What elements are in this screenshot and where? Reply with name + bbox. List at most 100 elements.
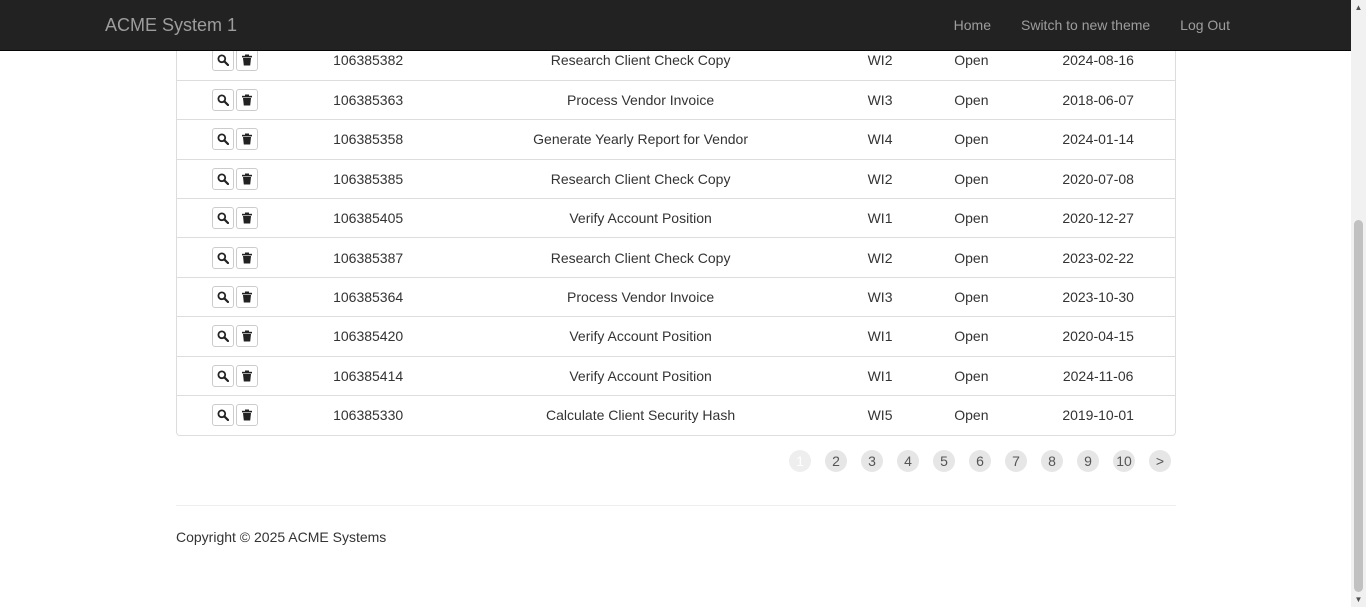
delete-button[interactable] — [236, 246, 259, 269]
page-button-3[interactable]: 3 — [861, 450, 883, 472]
scroll-up-arrow-icon[interactable]: ▲ — [1351, 0, 1366, 15]
table-row: 106385330 Calculate Client Security Hash W… — [177, 395, 1175, 435]
delete-button[interactable] — [236, 404, 259, 427]
table-row: 106385387 Research Client Check Copy WI2 Op… — [177, 237, 1175, 278]
work-item-id: 106385385 — [293, 158, 443, 199]
vertical-scrollbar[interactable]: ▲ ▼ — [1351, 0, 1366, 607]
work-item-id: 106385363 — [293, 79, 443, 120]
page-button-8[interactable]: 8 — [1041, 450, 1063, 472]
work-item-description: Verify Account Position — [442, 316, 839, 357]
page-button-4[interactable]: 4 — [897, 450, 919, 472]
work-item-status: Open — [921, 198, 1022, 238]
footer-divider — [176, 505, 1176, 506]
table-row: 106385363 Process Vendor Invoice WI3 Open 20… — [177, 79, 1175, 120]
page-button-5[interactable]: 5 — [933, 450, 955, 472]
view-button[interactable] — [212, 246, 235, 269]
row-actions — [177, 79, 294, 120]
work-item-date: 2023-10-30 — [1021, 276, 1175, 317]
work-item-id: 106385414 — [293, 355, 443, 396]
delete-button[interactable] — [236, 286, 259, 309]
page-button-1[interactable]: 1 — [789, 450, 811, 472]
work-item-id: 106385358 — [293, 119, 443, 160]
page-button-6[interactable]: 6 — [969, 450, 991, 472]
row-actions — [177, 198, 294, 238]
work-item-type: WI3 — [838, 79, 922, 120]
page-button-2[interactable]: 2 — [825, 450, 847, 472]
delete-button[interactable] — [236, 89, 259, 112]
delete-button[interactable] — [236, 49, 259, 72]
view-button[interactable] — [212, 128, 235, 151]
nav-links: Home Switch to new theme Log Out — [939, 0, 1245, 50]
table-row: 106385405 Verify Account Position WI1 Open 2… — [177, 198, 1175, 238]
work-item-description: Process Vendor Invoice — [442, 276, 839, 317]
work-item-type: WI4 — [838, 119, 922, 160]
table-row: 106385414 Verify Account Position WI1 Open 2… — [177, 355, 1175, 396]
work-item-description: Verify Account Position — [442, 198, 839, 238]
work-item-date: 2020-04-15 — [1021, 316, 1175, 357]
work-item-status: Open — [921, 119, 1022, 160]
navbar: ACME System 1 Home Switch to new theme L… — [0, 0, 1351, 51]
scroll-down-arrow-icon[interactable]: ▼ — [1351, 592, 1366, 607]
view-button[interactable] — [212, 89, 235, 112]
work-item-description: Calculate Client Security Hash — [442, 395, 839, 435]
delete-button[interactable] — [236, 128, 259, 151]
work-item-id: 106385420 — [293, 316, 443, 357]
pagination: 1 2 3 4 5 6 7 8 9 10 > — [789, 450, 1185, 472]
delete-button[interactable] — [236, 207, 259, 230]
page-button-7[interactable]: 7 — [1005, 450, 1027, 472]
nav-logout-link[interactable]: Log Out — [1165, 0, 1245, 50]
work-item-status: Open — [921, 158, 1022, 199]
delete-button[interactable] — [236, 325, 259, 348]
work-items-table: 106385382 Research Client Check Copy WI2 Op… — [176, 41, 1176, 436]
delete-button[interactable] — [236, 364, 259, 387]
page-button-9[interactable]: 9 — [1077, 450, 1099, 472]
work-item-description: Process Vendor Invoice — [442, 79, 839, 120]
work-item-date: 2018-06-07 — [1021, 79, 1175, 120]
work-item-status: Open — [921, 79, 1022, 120]
work-item-type: WI2 — [838, 158, 922, 199]
next-page-button[interactable]: > — [1149, 450, 1171, 472]
work-item-status: Open — [921, 316, 1022, 357]
work-item-id: 106385330 — [293, 395, 443, 435]
work-item-description: Generate Yearly Report for Vendor — [442, 119, 839, 160]
nav-switch-theme-link[interactable]: Switch to new theme — [1006, 0, 1165, 50]
work-item-status: Open — [921, 355, 1022, 396]
view-button[interactable] — [212, 49, 235, 72]
work-item-date: 2024-01-14 — [1021, 119, 1175, 160]
work-item-id: 106385364 — [293, 276, 443, 317]
view-button[interactable] — [212, 167, 235, 190]
work-item-date: 2020-07-08 — [1021, 158, 1175, 199]
work-item-status: Open — [921, 395, 1022, 435]
work-item-date: 2020-12-27 — [1021, 198, 1175, 238]
view-button[interactable] — [212, 286, 235, 309]
view-button[interactable] — [212, 325, 235, 348]
row-actions — [177, 119, 294, 160]
table-body: 106385382 Research Client Check Copy WI2 Op… — [177, 41, 1175, 435]
row-actions — [177, 158, 294, 199]
work-item-type: WI5 — [838, 395, 922, 435]
work-item-description: Verify Account Position — [442, 355, 839, 396]
work-item-description: Research Client Check Copy — [442, 158, 839, 199]
page-button-10[interactable]: 10 — [1113, 450, 1135, 472]
row-actions — [177, 237, 294, 278]
view-button[interactable] — [212, 404, 235, 427]
work-item-type: WI1 — [838, 355, 922, 396]
delete-button[interactable] — [236, 167, 259, 190]
row-actions — [177, 276, 294, 317]
work-item-id: 106385387 — [293, 237, 443, 278]
row-actions — [177, 355, 294, 396]
table-row: 106385385 Research Client Check Copy WI2 Op… — [177, 158, 1175, 199]
table-row: 106385420 Verify Account Position WI1 Open 2… — [177, 316, 1175, 357]
view-button[interactable] — [212, 364, 235, 387]
nav-home-link[interactable]: Home — [939, 0, 1006, 50]
footer-copyright: Copyright © 2025 ACME Systems — [176, 529, 387, 545]
work-item-date: 2023-02-22 — [1021, 237, 1175, 278]
work-item-status: Open — [921, 276, 1022, 317]
scrollbar-thumb[interactable] — [1354, 220, 1363, 592]
work-item-type: WI1 — [838, 316, 922, 357]
work-item-description: Research Client Check Copy — [442, 237, 839, 278]
row-actions — [177, 316, 294, 357]
work-item-type: WI3 — [838, 276, 922, 317]
view-button[interactable] — [212, 207, 235, 230]
brand-link[interactable]: ACME System 1 — [105, 14, 237, 36]
